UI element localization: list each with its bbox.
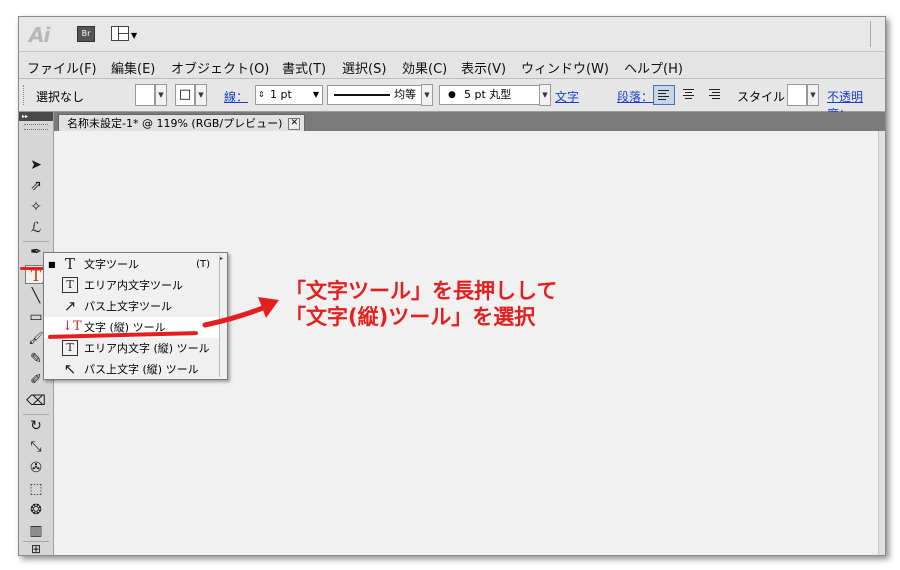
instruction-line-2: 「文字(縦)ツール」を選択 [285, 305, 536, 329]
instruction-line-1: 「文字ツール」を長押しして [285, 279, 558, 303]
instruction-callout: 「文字ツール」を長押しして 「文字(縦)ツール」を選択 [285, 278, 557, 330]
